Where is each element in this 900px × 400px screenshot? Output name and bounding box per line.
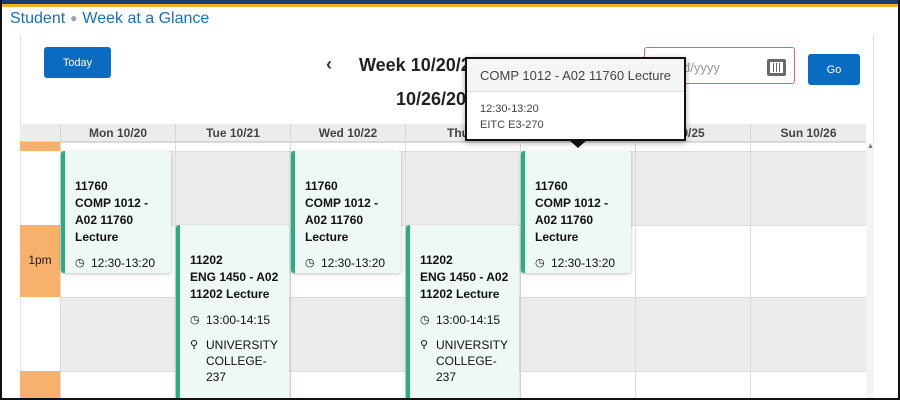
window-frame <box>0 0 900 400</box>
